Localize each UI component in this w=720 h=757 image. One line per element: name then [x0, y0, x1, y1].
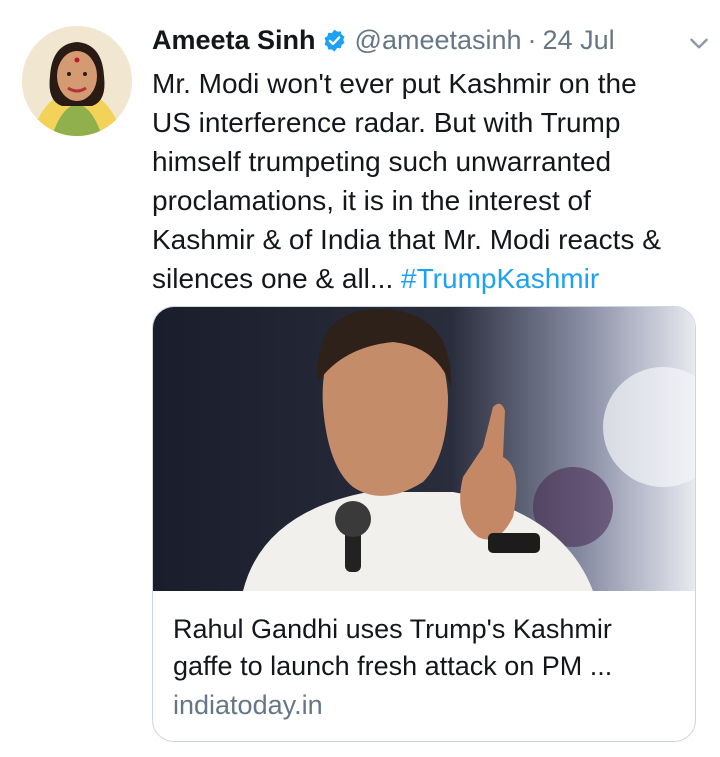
- tweet-text-line: Mr. Modi won't ever put Kashmir on the: [152, 68, 637, 99]
- hashtag-link[interactable]: #TrumpKashmir: [401, 263, 599, 294]
- card-title-line: gaffe to launch fresh attack on PM ...: [173, 651, 613, 681]
- card-body: Rahul Gandhi uses Trump's Kashmir gaffe …: [153, 591, 695, 724]
- tweet-content: Ameeta Sinh @ameetasinh · 24 Jul Mr. Mod…: [152, 14, 708, 298]
- card-title-line: Rahul Gandhi uses Trump's Kashmir: [173, 614, 612, 644]
- tweet-date[interactable]: 24 Jul: [543, 25, 615, 56]
- separator-dot: ·: [527, 24, 537, 55]
- verified-badge-icon: [322, 28, 347, 53]
- tweet-text-line: proclamations, it is in the interest of: [152, 185, 591, 216]
- author-handle[interactable]: @ameetasinh: [355, 25, 522, 56]
- tweet-text-line: US interference radar. But with Trump: [152, 107, 621, 138]
- card-domain: indiatoday.in: [173, 690, 323, 720]
- link-preview-card[interactable]: Rahul Gandhi uses Trump's Kashmir gaffe …: [152, 306, 696, 742]
- avatar-image: [22, 26, 132, 136]
- author-avatar[interactable]: [22, 26, 132, 136]
- card-title: Rahul Gandhi uses Trump's Kashmir gaffe …: [173, 611, 673, 685]
- tweet-text-line-last: silences one & all... #TrumpKashmir: [152, 259, 702, 298]
- tweet-text-line: Kashmir & of India that Mr. Modi reacts …: [152, 224, 661, 255]
- chevron-down-icon[interactable]: [686, 30, 712, 56]
- tweet-header: Ameeta Sinh @ameetasinh · 24 Jul: [152, 14, 708, 66]
- tweet-text: Mr. Modi won't ever put Kashmir on the U…: [152, 64, 702, 298]
- tweet-text-line: silences one & all...: [152, 263, 402, 294]
- author-name[interactable]: Ameeta Sinh: [152, 25, 316, 56]
- tweet-text-line: himself trumpeting such unwarranted: [152, 146, 612, 177]
- card-image: [153, 307, 695, 591]
